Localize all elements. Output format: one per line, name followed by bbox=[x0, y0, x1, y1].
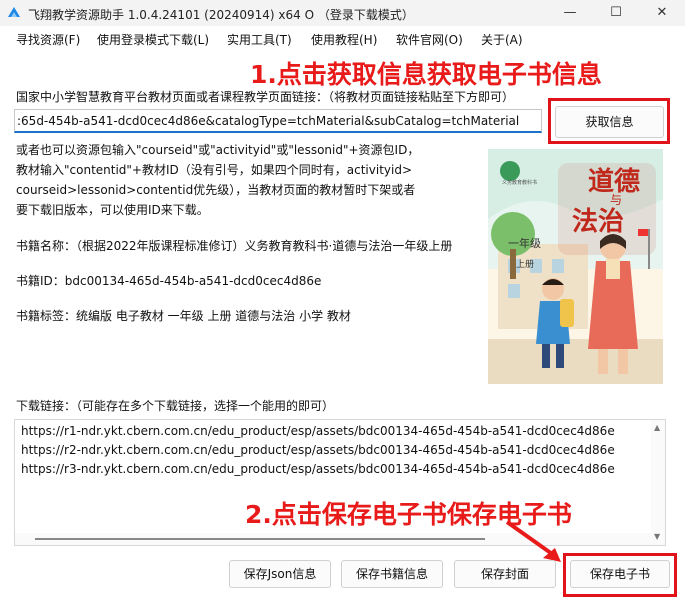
book-id: 书籍ID：bdc00134-465d-454b-a541-dcd0cec4d86… bbox=[16, 274, 322, 288]
horizontal-scroll-thumb[interactable] bbox=[35, 538, 485, 540]
save-ebook-highlight bbox=[563, 553, 677, 597]
menu-tutorial[interactable]: 使用教程(H) bbox=[311, 31, 377, 48]
menu-about[interactable]: 关于(A) bbox=[481, 31, 523, 48]
menu-bar: 寻找资源(F) 使用登录模式下载(L) 实用工具(T) 使用教程(H) 软件官网… bbox=[0, 26, 685, 50]
menu-website[interactable]: 软件官网(O) bbox=[396, 31, 463, 48]
url-input-value: :65d-454b-a541-dcd0cec4d86e&catalogType=… bbox=[17, 114, 520, 128]
help-text-line: courseid>lessonid>contentid优先级），当教材页面的教材… bbox=[16, 183, 416, 197]
help-text-line: 或者也可以资源包输入"courseid"或"activityid"或"lesso… bbox=[16, 143, 420, 157]
cover-title-bottom: 法治 bbox=[572, 207, 625, 237]
menu-tools[interactable]: 实用工具(T) bbox=[227, 31, 292, 48]
save-cover-button[interactable]: 保存封面 bbox=[454, 560, 556, 588]
vertical-scrollbar[interactable]: ▲ ▼ bbox=[651, 420, 665, 545]
title-bar: 飞翔教学资源助手 1.0.4.24101 (20240914) x64 O （登… bbox=[0, 0, 685, 26]
minimize-icon[interactable]: — bbox=[547, 0, 593, 26]
annotation-step1: 1.点击获取信息获取电子书信息 bbox=[250, 60, 602, 89]
save-json-button[interactable]: 保存Json信息 bbox=[229, 560, 331, 588]
help-text-line: 要下载旧版本，可以使用ID来下载。 bbox=[16, 203, 209, 217]
book-name: 书籍名称：（根据2022年版课程标准修订）义务教育教科书·道德与法治一年级上册 bbox=[16, 239, 453, 253]
cover-grade: 一年级 bbox=[508, 237, 541, 250]
maximize-icon[interactable]: ☐ bbox=[593, 0, 639, 26]
scroll-down-icon[interactable]: ▼ bbox=[654, 532, 660, 541]
menu-login-download[interactable]: 使用登录模式下载(L) bbox=[97, 31, 209, 48]
download-link[interactable]: https://r1-ndr.ykt.cbern.com.cn/edu_prod… bbox=[21, 424, 615, 438]
save-book-info-button[interactable]: 保存书籍信息 bbox=[341, 560, 443, 588]
scroll-up-icon[interactable]: ▲ bbox=[654, 423, 660, 432]
url-input[interactable]: :65d-454b-a541-dcd0cec4d86e&catalogType=… bbox=[14, 109, 542, 133]
book-tags: 书籍标签：统编版 电子教材 一年级 上册 道德与法治 小学 教材 bbox=[16, 309, 351, 323]
help-text-line: 教材输入"contentid"+教材ID（没有引号，如果四个同时有，activi… bbox=[16, 163, 413, 177]
download-link[interactable]: https://r3-ndr.ykt.cbern.com.cn/edu_prod… bbox=[21, 462, 615, 476]
download-links-label: 下载链接：（可能存在多个下载链接，选择一个能用的即可） bbox=[16, 399, 335, 413]
download-link[interactable]: https://r2-ndr.ykt.cbern.com.cn/edu_prod… bbox=[21, 443, 615, 457]
close-icon[interactable]: ✕ bbox=[639, 0, 685, 26]
cover-volume: 上册 bbox=[516, 260, 535, 270]
cover-series: 义务教育教科书 bbox=[502, 180, 538, 186]
app-logo-icon bbox=[8, 7, 20, 17]
fetch-info-highlight bbox=[548, 98, 670, 144]
window-title: 飞翔教学资源助手 1.0.4.24101 (20240914) x64 O （登… bbox=[28, 8, 414, 22]
arrow-icon bbox=[505, 520, 561, 562]
menu-find-resources[interactable]: 寻找资源(F) bbox=[16, 31, 80, 48]
book-cover-image: 义务教育教科书 道德 与 法治 一年级 上册 bbox=[488, 149, 663, 384]
